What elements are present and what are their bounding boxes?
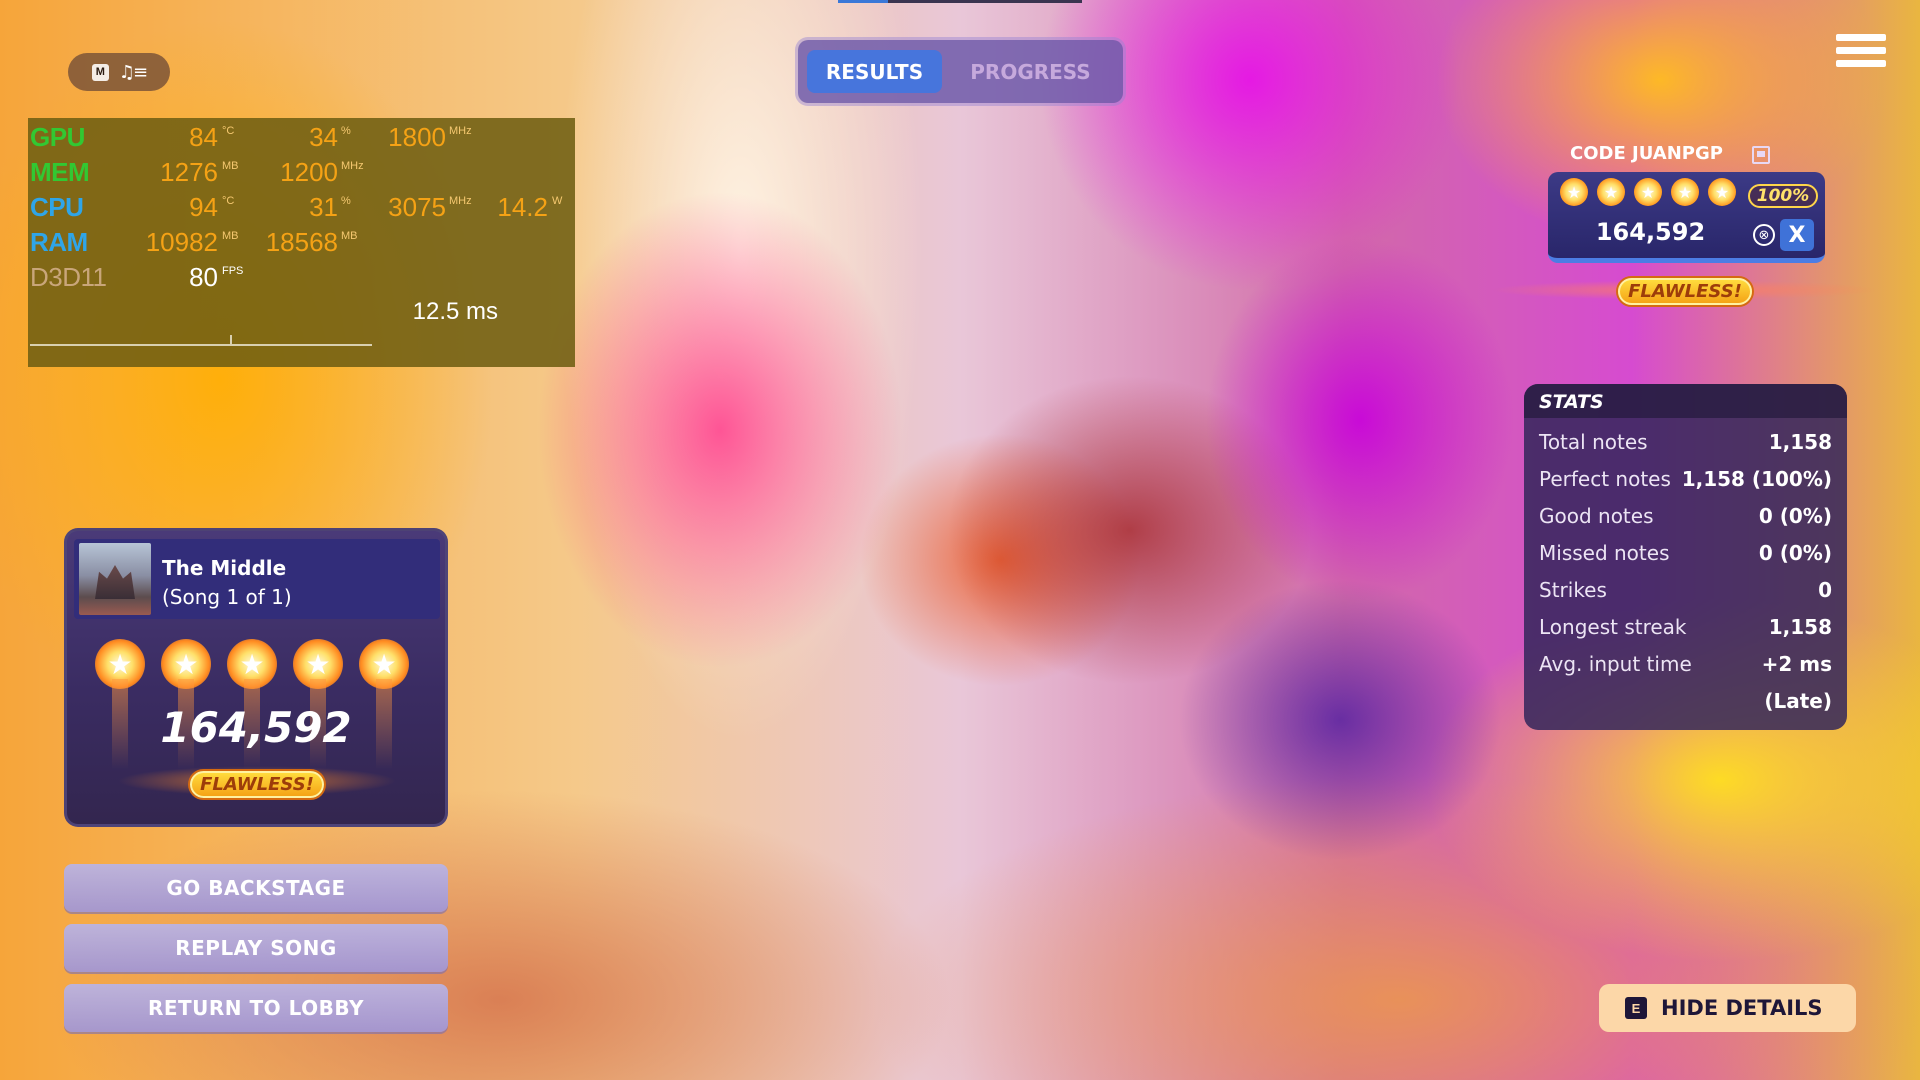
stats-title: STATS [1524, 384, 1847, 418]
tab-progress[interactable]: PROGRESS [948, 50, 1113, 93]
star-icon: ★ [293, 639, 343, 689]
player-flawless-badge: FLAWLESS! [1618, 278, 1752, 305]
star-icon: ★ [1634, 178, 1662, 206]
stat-row: Strikes 0 [1539, 575, 1832, 605]
perf-cpu-temp-unit: °C [222, 195, 235, 207]
player-stars: ★ ★ ★ ★ ★ [1560, 178, 1736, 206]
stat-label: Longest streak [1539, 615, 1687, 639]
hamburger-menu-icon[interactable] [1836, 34, 1886, 74]
perf-gpu-clock: 1800 [388, 122, 446, 152]
song-header: The Middle (Song 1 of 1) [74, 539, 440, 619]
perf-mem-used: 1276 [160, 157, 218, 187]
performance-overlay: GPU 84 °C 34 % 1800 MHz MEM 1276 MB 1200… [28, 118, 575, 367]
player-card-icon [1752, 146, 1770, 164]
star-icon: ★ [95, 639, 145, 689]
star-icon: ★ [227, 639, 277, 689]
perf-label-gpu: GPU [30, 122, 85, 152]
player-name: CODE JUANPGP [1570, 143, 1723, 164]
stat-label: Strikes [1539, 578, 1607, 602]
stat-row: Avg. input time +2 ms [1539, 649, 1832, 679]
perf-ram-used: 10982 [145, 227, 218, 257]
perf-gpu-temp-unit: °C [222, 125, 235, 137]
stat-row: (Late) [1539, 686, 1832, 716]
perf-gpu-temp: 84 [189, 122, 218, 152]
overlay-toggle-pill[interactable]: M ♫≡ [68, 53, 170, 91]
perf-ram-total-unit: MB [341, 230, 358, 242]
song-stars: ★ ★ ★ ★ ★ [95, 639, 409, 769]
stat-label: Total notes [1539, 430, 1648, 454]
perf-gpu-load: 34 [309, 122, 338, 152]
stat-label: Good notes [1539, 504, 1654, 528]
stat-row: Total notes 1,158 [1539, 427, 1832, 457]
perf-cpu-power-unit: W [552, 195, 563, 207]
results-tab-bar: RESULTS PROGRESS [798, 40, 1123, 103]
perf-mem-clock-unit: MHz [341, 160, 364, 172]
e-key-icon: E [1625, 997, 1647, 1019]
perf-cpu-power: 14.2 [497, 192, 548, 222]
stat-row: Good notes 0 (0%) [1539, 501, 1832, 531]
go-backstage-button[interactable]: GO BACKSTAGE [64, 864, 448, 912]
tab-results[interactable]: RESULTS [807, 50, 942, 93]
perf-label-cpu: CPU [30, 192, 84, 222]
stat-value: (Late) [1764, 689, 1832, 713]
stat-value: 1,158 [1768, 615, 1832, 639]
star-icon: ★ [161, 639, 211, 689]
perf-mem-clock: 1200 [280, 157, 338, 187]
perf-label-mem: MEM [30, 157, 90, 187]
stat-label: Missed notes [1539, 541, 1670, 565]
music-list-icon: ♫≡ [118, 61, 148, 83]
m-key-icon: M [91, 63, 109, 81]
stat-row: Perfect notes 1,158 (100%) [1539, 464, 1832, 494]
perf-frametime: 12.5 ms [412, 298, 498, 325]
frametime-graph [30, 344, 372, 346]
star-icon: ★ [1708, 178, 1736, 206]
stat-value: +2 ms [1761, 652, 1832, 676]
hide-details-label: HIDE DETAILS [1661, 996, 1823, 1020]
stat-value: 1,158 [1768, 430, 1832, 454]
replay-song-button[interactable]: REPLAY SONG [64, 924, 448, 972]
perf-mem-used-unit: MB [222, 160, 239, 172]
song-result-card: The Middle (Song 1 of 1) ★ ★ ★ ★ ★ 164,5… [64, 528, 448, 827]
platform-badge: X [1780, 219, 1814, 251]
stat-row: Longest streak 1,158 [1539, 612, 1832, 642]
perf-fps-unit: FPS [222, 265, 244, 277]
perf-ram-total: 18568 [265, 227, 338, 257]
perf-cpu-load: 31 [309, 192, 338, 222]
star-icon: ★ [1560, 178, 1588, 206]
stat-value: 0 [1818, 578, 1832, 602]
star-icon: ★ [359, 639, 409, 689]
perf-fps: 80 [189, 262, 218, 292]
song-subtitle: (Song 1 of 1) [162, 585, 292, 609]
stat-value: 0 (0%) [1758, 504, 1832, 528]
player-accuracy: 100% [1748, 184, 1818, 208]
stat-value: 1,158 (100%) [1681, 467, 1832, 491]
stat-label: Avg. input time [1539, 652, 1692, 676]
hide-details-button[interactable]: E HIDE DETAILS [1599, 984, 1856, 1032]
song-title: The Middle [162, 556, 287, 580]
song-score: 164,592 [160, 703, 352, 752]
stat-label: Perfect notes [1539, 467, 1671, 491]
player-result-card: ★ ★ ★ ★ ★ 100% 164,592 ⊗ X [1548, 172, 1825, 263]
top-progress-indicator [838, 0, 1082, 3]
perf-label-ram: RAM [30, 227, 88, 257]
song-flawless-badge: FLAWLESS! [190, 771, 324, 798]
frametime-graph-spike [230, 335, 232, 345]
album-art [79, 543, 151, 615]
perf-gpu-clock-unit: MHz [449, 125, 472, 137]
player-score: 164,592 [1595, 218, 1706, 246]
stats-panel: STATS Total notes 1,158 Perfect notes 1,… [1524, 384, 1847, 730]
perf-cpu-clock: 3075 [388, 192, 446, 222]
star-icon: ★ [1671, 178, 1699, 206]
instrument-icon: ⊗ [1753, 224, 1775, 246]
star-icon: ★ [1597, 178, 1625, 206]
stat-row: Missed notes 0 (0%) [1539, 538, 1832, 568]
perf-label-api: D3D11 [30, 262, 107, 292]
stat-value: 0 (0%) [1758, 541, 1832, 565]
return-to-lobby-button[interactable]: RETURN TO LOBBY [64, 984, 448, 1032]
perf-cpu-temp: 94 [189, 192, 218, 222]
